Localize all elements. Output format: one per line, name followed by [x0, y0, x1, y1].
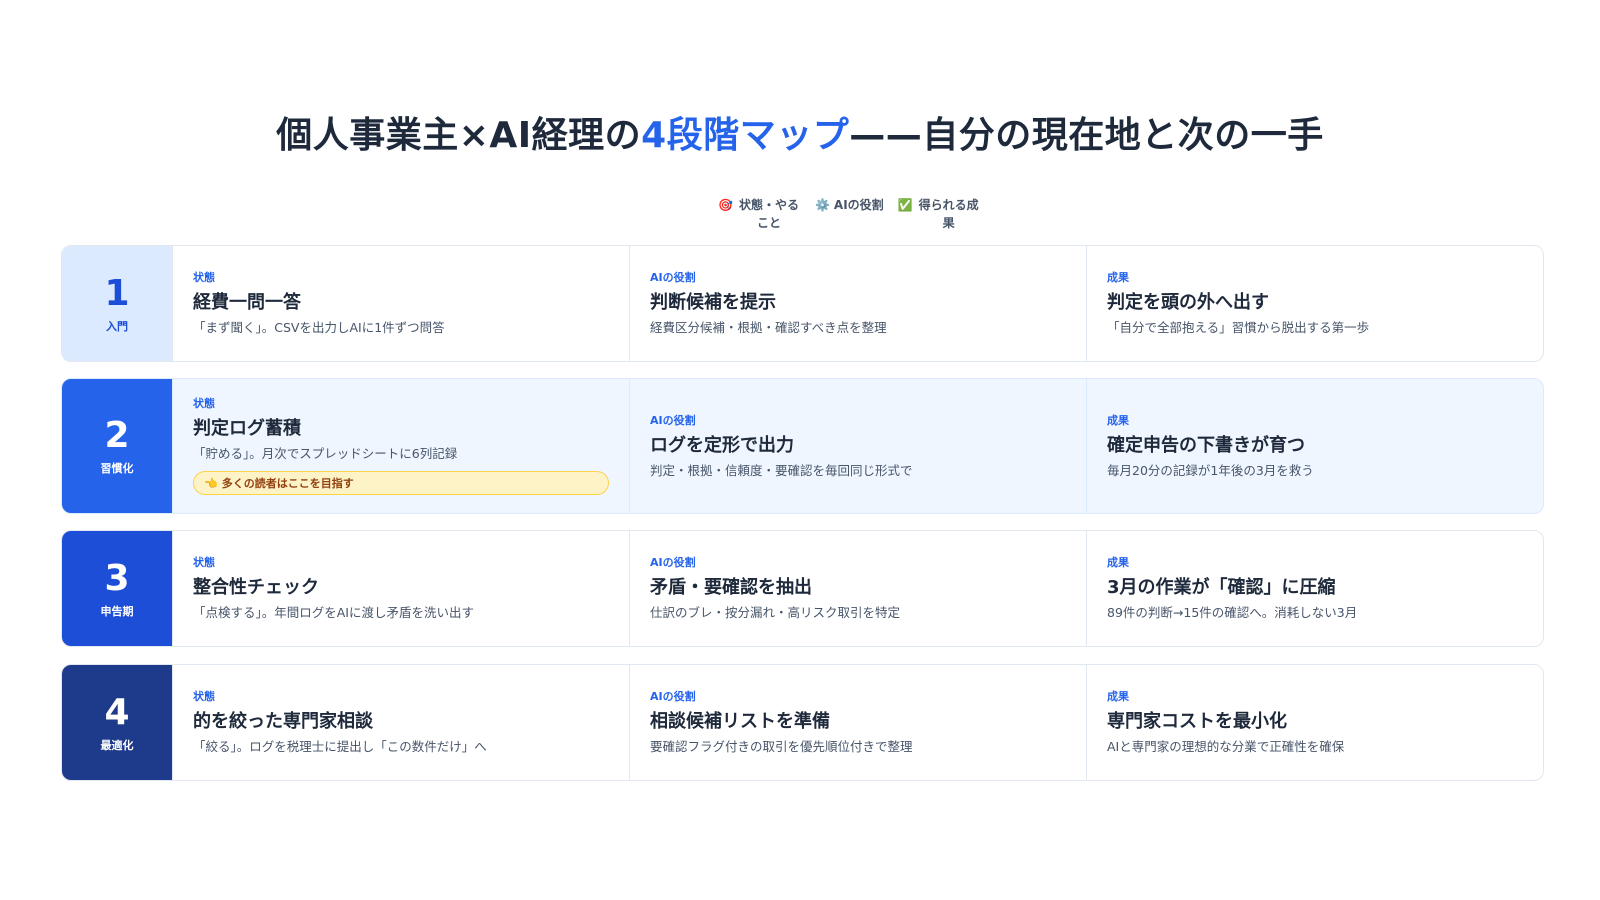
stage-row-2: 2 習慣化 状態 判定ログ蓄積 「貯める」。月次でスプレッドシートに6列記録 👈… — [61, 378, 1544, 514]
cell-tag: 状態 — [193, 556, 215, 569]
cell-title: 相談候補リストを準備 — [650, 711, 830, 732]
cell-desc: 経費区分候補・根拠・確認すべき点を整理 — [650, 320, 887, 335]
stage-row-1: 1 入門 状態 経費一問一答 「まず聞く」。CSVを出力しAIに1件ずつ問答 A… — [61, 245, 1544, 362]
stage-marker: 3 申告期 — [62, 531, 172, 646]
cell-tag: AIの役割 — [650, 271, 696, 284]
cell-tag: 成果 — [1107, 413, 1129, 427]
cell-title: 経費一問一答 — [193, 292, 301, 313]
cell-desc: 「まず聞く」。CSVを出力しAIに1件ずつ問答 — [193, 320, 445, 335]
cell-desc: AIと専門家の理想的な分業で正確性を確保 — [1107, 739, 1345, 754]
ai-role-cell: AIの役割 判断候補を提示 経費区分候補・根拠・確認すべき点を整理 — [629, 246, 1086, 361]
result-cell: 成果 3月の作業が「確認」に圧縮 89件の判断→15件の確認へ。消耗しない3月 — [1086, 531, 1543, 646]
state-cell: 状態 判定ログ蓄積 「貯める」。月次でスプレッドシートに6列記録 👈 多くの読者… — [172, 379, 629, 513]
stage-marker: 2 習慣化 — [62, 379, 172, 513]
legend-item-result: ✅ 得られる成果 — [898, 196, 981, 232]
stage-number: 4 — [104, 691, 130, 733]
target-icon: 🎯 — [718, 198, 733, 212]
cell-title: 判定を頭の外へ出す — [1107, 292, 1269, 313]
ai-role-cell: AIの役割 相談候補リストを準備 要確認フラグ付きの取引を優先順位付きで整理 — [629, 665, 1086, 780]
cell-title: 矛盾・要確認を抽出 — [650, 577, 812, 598]
stage-label: 最適化 — [100, 738, 134, 752]
result-cell: 成果 確定申告の下書きが育つ 毎月20分の記録が1年後の3月を救う — [1086, 379, 1543, 513]
cell-title: 判定ログ蓄積 — [193, 418, 301, 439]
page-title: 個人事業主×AI経理の4段階マップ——自分の現在地と次の一手 — [0, 106, 1600, 158]
cell-tag: 成果 — [1107, 690, 1129, 703]
cell-desc: 要確認フラグ付きの取引を優先順位付きで整理 — [650, 739, 913, 754]
legend-label: 状態・やること — [738, 198, 799, 230]
stage-row-4: 4 最適化 状態 的を絞った専門家相談 「絞る」。ログを税理士に提出し「この数件… — [61, 664, 1544, 781]
legend-item-ai: ⚙️ AIの役割 — [815, 196, 884, 232]
cell-tag: 成果 — [1107, 556, 1129, 569]
state-cell: 状態 経費一問一答 「まず聞く」。CSVを出力しAIに1件ずつ問答 — [172, 246, 629, 361]
state-cell: 状態 整合性チェック 「点検する」。年間ログをAIに渡し矛盾を洗い出す — [172, 531, 629, 646]
cell-tag: 成果 — [1107, 271, 1129, 284]
check-icon: ✅ — [897, 198, 913, 212]
goal-badge-label: 多くの読者はここを目指す — [221, 477, 354, 490]
title-suffix: ——自分の現在地と次の一手 — [849, 115, 1324, 156]
stage-row-3: 3 申告期 状態 整合性チェック 「点検する」。年間ログをAIに渡し矛盾を洗い出… — [61, 530, 1544, 647]
cell-tag: AIの役割 — [650, 413, 696, 427]
title-prefix: 個人事業主×AI経理の — [276, 115, 642, 156]
cell-title: 専門家コストを最小化 — [1107, 711, 1287, 732]
stage-label: 入門 — [106, 319, 128, 333]
cell-desc: 判定・根拠・信頼度・要確認を毎回同じ形式で — [650, 462, 913, 478]
pointing-hand-icon: 👈 — [204, 476, 218, 490]
cell-desc: 「自分で全部抱える」習慣から脱出する第一歩 — [1107, 320, 1370, 335]
stage-marker: 1 入門 — [62, 246, 172, 361]
cell-title: 的を絞った専門家相談 — [193, 711, 373, 732]
cell-title: 整合性チェック — [193, 577, 319, 598]
result-cell: 成果 専門家コストを最小化 AIと専門家の理想的な分業で正確性を確保 — [1086, 665, 1543, 780]
cell-desc: 89件の判断→15件の確認へ。消耗しない3月 — [1107, 605, 1358, 620]
cell-tag: 状態 — [193, 271, 215, 284]
cell-tag: AIの役割 — [650, 556, 696, 569]
cell-desc: 「貯める」。月次でスプレッドシートに6列記録 — [193, 446, 458, 461]
page: 個人事業主×AI経理の4段階マップ——自分の現在地と次の一手 🎯 状態・やること… — [0, 0, 1600, 900]
gear-icon: ⚙️ — [814, 198, 830, 212]
cell-tag: 状態 — [193, 690, 215, 703]
stage-label: 申告期 — [100, 604, 134, 618]
stage-number: 2 — [104, 415, 130, 456]
stage-number: 3 — [104, 557, 130, 599]
cell-desc: 「点検する」。年間ログをAIに渡し矛盾を洗い出す — [193, 605, 474, 620]
stage-label: 習慣化 — [100, 462, 134, 475]
cell-tag: AIの役割 — [650, 690, 696, 703]
title-highlight: 4段階マップ — [641, 115, 850, 156]
cell-title: 確定申告の下書きが育つ — [1107, 434, 1305, 456]
cell-tag: 状態 — [193, 397, 215, 410]
cell-title: 3月の作業が「確認」に圧縮 — [1107, 577, 1336, 598]
legend: 🎯 状態・やること ⚙️ AIの役割 ✅ 得られる成果 — [718, 196, 1004, 232]
stage-number: 1 — [104, 272, 130, 314]
goal-badge: 👈 多くの読者はここを目指す — [193, 471, 609, 495]
legend-label: 得られる成果 — [918, 198, 979, 230]
result-cell: 成果 判定を頭の外へ出す 「自分で全部抱える」習慣から脱出する第一歩 — [1086, 246, 1543, 361]
ai-role-cell: AIの役割 矛盾・要確認を抽出 仕訳のブレ・按分漏れ・高リスク取引を特定 — [629, 531, 1086, 646]
ai-role-cell: AIの役割 ログを定形で出力 判定・根拠・信頼度・要確認を毎回同じ形式で — [629, 379, 1086, 513]
legend-item-state: 🎯 状態・やること — [718, 196, 801, 232]
stage-marker: 4 最適化 — [62, 665, 172, 780]
legend-label: AIの役割 — [833, 198, 884, 212]
cell-title: 判断候補を提示 — [650, 292, 776, 313]
cell-desc: 仕訳のブレ・按分漏れ・高リスク取引を特定 — [650, 605, 901, 620]
cell-desc: 毎月20分の記録が1年後の3月を救う — [1107, 462, 1314, 478]
cell-desc: 「絞る」。ログを税理士に提出し「この数件だけ」へ — [193, 739, 487, 754]
cell-title: ログを定形で出力 — [650, 434, 794, 456]
state-cell: 状態 的を絞った専門家相談 「絞る」。ログを税理士に提出し「この数件だけ」へ — [172, 665, 629, 780]
